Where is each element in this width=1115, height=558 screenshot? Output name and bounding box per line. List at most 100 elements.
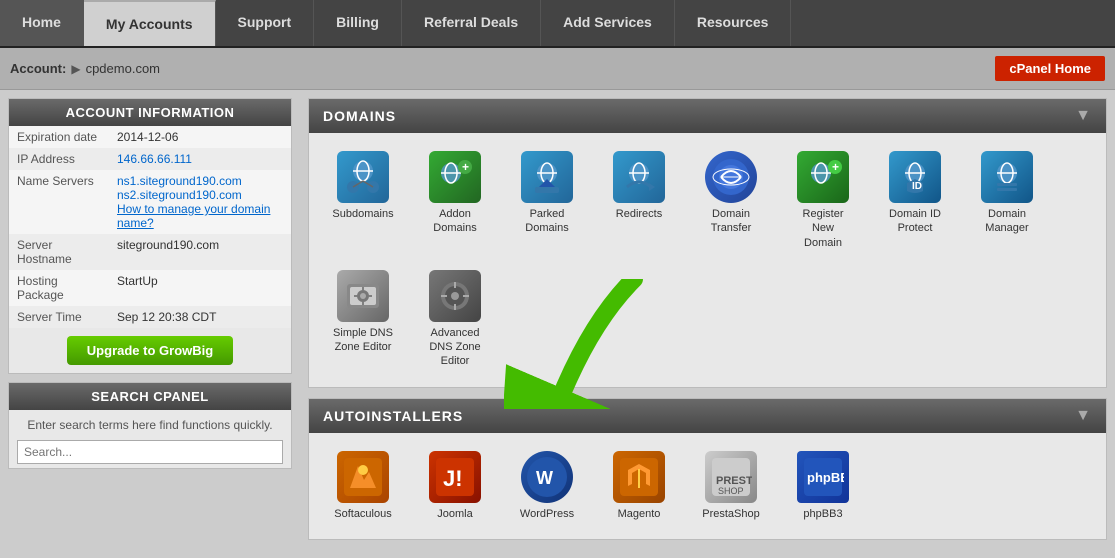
domain-id-protect-label: Domain IDProtect — [889, 207, 941, 236]
icon-advanced-dns[interactable]: AdvancedDNS ZoneEditor — [411, 262, 499, 377]
account-label: Account: — [10, 61, 66, 76]
account-domain: cpdemo.com — [86, 61, 996, 76]
top-navigation: Home My Accounts Support Billing Referra… — [0, 0, 1115, 48]
advanced-dns-label: AdvancedDNS ZoneEditor — [429, 326, 480, 369]
upgrade-btn-wrap: Upgrade to GrowBig — [9, 328, 291, 373]
nav-home[interactable]: Home — [0, 0, 84, 46]
prestashop-icon: PRESTASHOP — [705, 451, 757, 503]
wordpress-icon: W — [521, 451, 573, 503]
account-arrow-icon: ▶ — [71, 62, 80, 76]
icon-domain-transfer[interactable]: DomainTransfer — [687, 143, 775, 258]
advanced-dns-icon — [429, 270, 481, 322]
cpanel-home-button[interactable]: cPanel Home — [995, 56, 1105, 81]
domain-transfer-label: DomainTransfer — [711, 207, 752, 236]
parked-domains-icon — [521, 151, 573, 203]
icon-joomla[interactable]: J! Joomla — [411, 443, 499, 529]
hostname-label: Server Hostname — [9, 234, 109, 270]
wordpress-label: WordPress — [520, 507, 574, 521]
nav-referral-deals[interactable]: Referral Deals — [402, 0, 541, 46]
magento-icon — [613, 451, 665, 503]
icon-subdomains[interactable]: Subdomains — [319, 143, 407, 258]
softaculous-icon — [337, 451, 389, 503]
icon-prestashop[interactable]: PRESTASHOP PrestaShop — [687, 443, 775, 529]
package-value: StartUp — [109, 270, 291, 306]
svg-text:SHOP: SHOP — [718, 486, 744, 496]
icon-wordpress[interactable]: W WordPress — [503, 443, 591, 529]
domain-manager-label: DomainManager — [985, 207, 1028, 236]
domains-section: DOMAINS ▼ Subdomains + AddonDomains — [308, 98, 1107, 388]
icon-simple-dns[interactable]: Simple DNSZone Editor — [319, 262, 407, 377]
manage-domain-link[interactable]: How to manage your domain name? — [117, 202, 270, 230]
domains-title: DOMAINS — [323, 108, 396, 124]
search-cpanel-box: SEARCH CPANEL Enter search terms here fi… — [8, 382, 292, 469]
icon-redirects[interactable]: Redirects — [595, 143, 683, 258]
nameservers-values: ns1.siteground190.com ns2.siteground190.… — [109, 170, 291, 234]
domains-icons-grid: Subdomains + AddonDomains ParkedDomains — [309, 133, 1106, 387]
search-cpanel-title: SEARCH CPANEL — [9, 383, 291, 410]
autoinstallers-title: AUTOINSTALLERS — [323, 408, 463, 424]
phpbb3-label: phpBB3 — [803, 507, 842, 521]
svg-text:phpBB: phpBB — [807, 470, 844, 485]
domain-id-protect-icon: ID — [889, 151, 941, 203]
svg-text:W: W — [536, 468, 553, 488]
nav-support[interactable]: Support — [216, 0, 315, 46]
domains-chevron-icon[interactable]: ▼ — [1075, 107, 1092, 125]
subdomains-icon — [337, 151, 389, 203]
server-time-label: Server Time — [9, 306, 109, 328]
expiration-label: Expiration date — [9, 126, 109, 148]
domain-manager-icon — [981, 151, 1033, 203]
account-bar: Account: ▶ cpdemo.com cPanel Home — [0, 48, 1115, 90]
package-label: Hosting Package — [9, 270, 109, 306]
search-cpanel-desc: Enter search terms here find functions q… — [9, 410, 291, 436]
ns1-value: ns1.siteground190.com — [117, 174, 283, 188]
addon-domains-label: AddonDomains — [433, 207, 476, 236]
autoinstallers-header: AUTOINSTALLERS ▼ — [309, 399, 1106, 433]
ip-value: 146.66.66.111 — [109, 148, 291, 170]
subdomains-label: Subdomains — [332, 207, 393, 221]
parked-domains-label: ParkedDomains — [525, 207, 568, 236]
simple-dns-label: Simple DNSZone Editor — [333, 326, 393, 355]
ns2-value: ns2.siteground190.com — [117, 188, 283, 202]
icon-parked-domains[interactable]: ParkedDomains — [503, 143, 591, 258]
nav-billing[interactable]: Billing — [314, 0, 402, 46]
prestashop-label: PrestaShop — [702, 507, 759, 521]
svg-text:+: + — [462, 160, 469, 174]
svg-text:ID: ID — [912, 181, 922, 192]
svg-text:+: + — [832, 160, 839, 174]
left-panel: ACCOUNT INFORMATION Expiration date 2014… — [0, 90, 300, 558]
autoinstallers-icons-grid: Softaculous J! Joomla W WordPress — [309, 433, 1106, 539]
expiration-value: 2014-12-06 — [109, 126, 291, 148]
icon-addon-domains[interactable]: + AddonDomains — [411, 143, 499, 258]
redirects-icon — [613, 151, 665, 203]
icon-register-domain[interactable]: + RegisterNewDomain — [779, 143, 867, 258]
nav-my-accounts[interactable]: My Accounts — [84, 0, 216, 46]
autoinstallers-section: AUTOINSTALLERS ▼ Softaculous J! Joomla — [308, 398, 1107, 540]
icon-domain-id-protect[interactable]: ID Domain IDProtect — [871, 143, 959, 258]
upgrade-button[interactable]: Upgrade to GrowBig — [67, 336, 233, 365]
nameservers-label: Name Servers — [9, 170, 109, 234]
domain-transfer-icon — [705, 151, 757, 203]
nav-add-services[interactable]: Add Services — [541, 0, 675, 46]
domains-header: DOMAINS ▼ — [309, 99, 1106, 133]
server-time-value: Sep 12 20:38 CDT — [109, 306, 291, 328]
svg-text:J!: J! — [443, 466, 463, 491]
icon-magento[interactable]: Magento — [595, 443, 683, 529]
addon-domains-icon: + — [429, 151, 481, 203]
icon-domain-manager[interactable]: DomainManager — [963, 143, 1051, 258]
hostname-value: siteground190.com — [109, 234, 291, 270]
register-domain-label: RegisterNewDomain — [803, 207, 844, 250]
search-cpanel-input[interactable] — [17, 440, 283, 464]
softaculous-label: Softaculous — [334, 507, 391, 521]
nav-resources[interactable]: Resources — [675, 0, 792, 46]
account-info-box: ACCOUNT INFORMATION Expiration date 2014… — [8, 98, 292, 374]
icon-phpbb3[interactable]: phpBB phpBB3 — [779, 443, 867, 529]
account-info-title: ACCOUNT INFORMATION — [9, 99, 291, 126]
phpbb3-icon: phpBB — [797, 451, 849, 503]
redirects-label: Redirects — [616, 207, 662, 221]
icon-softaculous[interactable]: Softaculous — [319, 443, 407, 529]
register-domain-icon: + — [797, 151, 849, 203]
joomla-label: Joomla — [437, 507, 472, 521]
simple-dns-icon — [337, 270, 389, 322]
right-panel: DOMAINS ▼ Subdomains + AddonDomains — [300, 90, 1115, 558]
autoinstallers-chevron-icon[interactable]: ▼ — [1075, 407, 1092, 425]
